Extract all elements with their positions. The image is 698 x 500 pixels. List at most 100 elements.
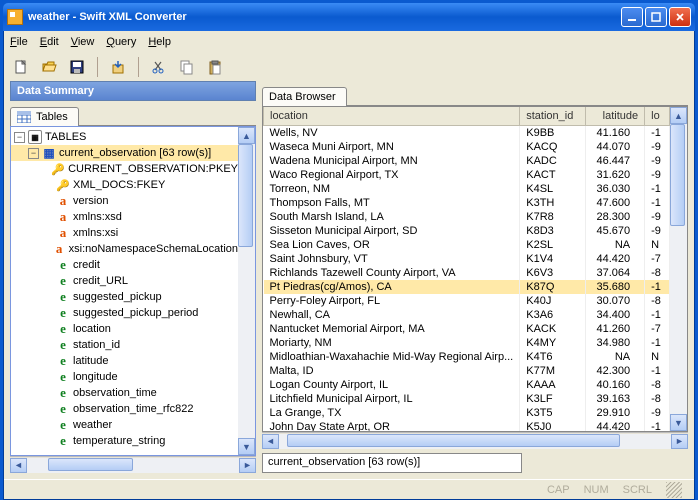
new-button[interactable] xyxy=(10,56,32,78)
tree-field[interactable]: eobservation_time xyxy=(11,385,238,401)
table-row[interactable]: Waco Regional Airport, TXKACT31.620-9 xyxy=(264,168,670,182)
tree-field[interactable]: 🔑CURRENT_OBSERVATION:PKEY xyxy=(11,161,238,177)
save-button[interactable] xyxy=(66,56,88,78)
data-grid[interactable]: location station_id latitude lo Wells, N… xyxy=(263,107,670,431)
table-row[interactable]: Logan County Airport, ILKAAA40.160-8 xyxy=(264,378,670,392)
grid-vscroll-thumb[interactable] xyxy=(670,124,685,226)
import-button[interactable] xyxy=(107,56,129,78)
menu-help[interactable]: Help xyxy=(148,36,171,48)
table-row[interactable]: Wells, NVK9BB41.160-1 xyxy=(264,126,670,141)
tree-field[interactable]: ecredit_URL xyxy=(11,273,238,289)
col-longitude[interactable]: lo xyxy=(645,107,670,126)
cell-longitude: -1 xyxy=(645,126,670,141)
table-row[interactable]: Wadena Municipal Airport, MNKADC46.447-9 xyxy=(264,154,670,168)
table-row[interactable]: John Day State Arpt, ORK5J044.420-1 xyxy=(264,420,670,431)
grid-hscroll[interactable]: ◄ ► xyxy=(262,432,688,449)
tree-field[interactable]: elongitude xyxy=(11,369,238,385)
tree-field[interactable]: etemperature_string xyxy=(11,433,238,449)
table-row[interactable]: Sisseton Municipal Airport, SDK8D345.670… xyxy=(264,224,670,238)
collapse-icon[interactable]: − xyxy=(28,148,39,159)
tree-field[interactable]: esuggested_pickup_period xyxy=(11,305,238,321)
collapse-icon[interactable]: − xyxy=(14,132,25,143)
table-row[interactable]: Malta, IDK77M42.300-1 xyxy=(264,364,670,378)
minimize-button[interactable] xyxy=(621,7,643,27)
close-button[interactable] xyxy=(669,7,691,27)
menu-edit[interactable]: Edit xyxy=(40,36,59,48)
tab-data-browser[interactable]: Data Browser xyxy=(262,87,347,106)
scroll-down-icon[interactable]: ▼ xyxy=(238,438,255,455)
scroll-left-icon[interactable]: ◄ xyxy=(10,458,27,473)
copy-button[interactable] xyxy=(176,56,198,78)
cell-station-id: K3A6 xyxy=(520,308,586,322)
scroll-up-icon[interactable]: ▲ xyxy=(670,107,687,124)
col-latitude[interactable]: latitude xyxy=(586,107,645,126)
tree-field[interactable]: 🔑XML_DOCS:FKEY xyxy=(11,177,238,193)
table-row[interactable]: Saint Johnsbury, VTK1V444.420-7 xyxy=(264,252,670,266)
element-icon: e xyxy=(56,370,70,384)
tree-field[interactable]: eweather xyxy=(11,417,238,433)
table-row[interactable]: Thompson Falls, MTK3TH47.600-1 xyxy=(264,196,670,210)
table-row[interactable]: Newhall, CAK3A634.400-1 xyxy=(264,308,670,322)
scroll-right-icon[interactable]: ► xyxy=(671,434,688,449)
tree-field[interactable]: elocation xyxy=(11,321,238,337)
table-row[interactable]: Litchfield Municipal Airport, ILK3LF39.1… xyxy=(264,392,670,406)
cell-longitude: N xyxy=(645,350,670,364)
menubar: File Edit View Query Help xyxy=(4,31,694,53)
menu-view[interactable]: View xyxy=(71,36,95,48)
table-row[interactable]: Torreon, NMK4SL36.030-1 xyxy=(264,182,670,196)
tree-table-node[interactable]: −▦current_observation [63 row(s)] xyxy=(11,145,238,161)
grid-vscroll[interactable]: ▲ ▼ xyxy=(670,107,687,431)
tree-field[interactable]: axsi:noNamespaceSchemaLocation xyxy=(11,241,238,257)
tree-field[interactable]: estation_id xyxy=(11,337,238,353)
tree-field[interactable]: elatitude xyxy=(11,353,238,369)
cell-longitude: -1 xyxy=(645,182,670,196)
menu-query[interactable]: Query xyxy=(106,36,136,48)
paste-button[interactable] xyxy=(204,56,226,78)
scroll-down-icon[interactable]: ▼ xyxy=(670,414,687,431)
cell-station-id: KAAA xyxy=(520,378,586,392)
col-location[interactable]: location xyxy=(264,107,520,126)
menu-file[interactable]: File xyxy=(10,36,28,48)
tree-hscroll[interactable]: ◄ ► xyxy=(10,456,256,473)
element-icon: e xyxy=(56,354,70,368)
resize-grip[interactable] xyxy=(666,482,682,498)
cut-button[interactable] xyxy=(148,56,170,78)
grid-hscroll-thumb[interactable] xyxy=(287,434,620,447)
table-row[interactable]: Sea Lion Caves, ORK2SLNAN xyxy=(264,238,670,252)
cell-location: Moriarty, NM xyxy=(264,336,520,350)
tree-vscroll-thumb[interactable] xyxy=(238,144,253,247)
cell-longitude: -1 xyxy=(645,420,670,431)
scroll-left-icon[interactable]: ◄ xyxy=(262,434,279,449)
table-row[interactable]: Waseca Muni Airport, MNKACQ44.070-9 xyxy=(264,140,670,154)
tree-vscroll[interactable]: ▲ ▼ xyxy=(238,127,255,455)
cell-latitude: 42.300 xyxy=(586,364,645,378)
table-row[interactable]: Midloathian-Waxahachie Mid-Way Regional … xyxy=(264,350,670,364)
table-row[interactable]: Nantucket Memorial Airport, MAKACK41.260… xyxy=(264,322,670,336)
scroll-right-icon[interactable]: ► xyxy=(239,458,256,473)
tree-field[interactable]: aversion xyxy=(11,193,238,209)
tree-field[interactable]: esuggested_pickup xyxy=(11,289,238,305)
tree-field[interactable]: eobservation_time_rfc822 xyxy=(11,401,238,417)
tree-hscroll-thumb[interactable] xyxy=(48,458,133,471)
tree-view[interactable]: −▦TABLES−▦current_observation [63 row(s)… xyxy=(11,127,238,455)
tree-root[interactable]: −▦TABLES xyxy=(11,129,238,145)
tree-field[interactable]: axmlns:xsd xyxy=(11,209,238,225)
table-row[interactable]: Pt Piedras(cg/Amos), CAK87Q35.680-1 xyxy=(264,280,670,294)
table-row[interactable]: Perry-Foley Airport, FLK40J30.070-8 xyxy=(264,294,670,308)
tree-field[interactable]: axmlns:xsi xyxy=(11,225,238,241)
open-button[interactable] xyxy=(38,56,60,78)
maximize-button[interactable] xyxy=(645,7,667,27)
titlebar[interactable]: weather - Swift XML Converter xyxy=(3,3,695,31)
table-row[interactable]: Richlands Tazewell County Airport, VAK6V… xyxy=(264,266,670,280)
attribute-icon: a xyxy=(56,226,70,240)
scroll-up-icon[interactable]: ▲ xyxy=(238,127,255,144)
table-row[interactable]: La Grange, TXK3T529.910-9 xyxy=(264,406,670,420)
cell-station-id: K4T6 xyxy=(520,350,586,364)
element-icon: e xyxy=(56,258,70,272)
tab-tables[interactable]: Tables xyxy=(10,107,79,126)
table-row[interactable]: Moriarty, NMK4MY34.980-1 xyxy=(264,336,670,350)
statusbar: CAP NUM SCRL xyxy=(4,479,694,499)
table-row[interactable]: South Marsh Island, LAK7R828.300-9 xyxy=(264,210,670,224)
tree-field[interactable]: ecredit xyxy=(11,257,238,273)
col-station-id[interactable]: station_id xyxy=(520,107,586,126)
